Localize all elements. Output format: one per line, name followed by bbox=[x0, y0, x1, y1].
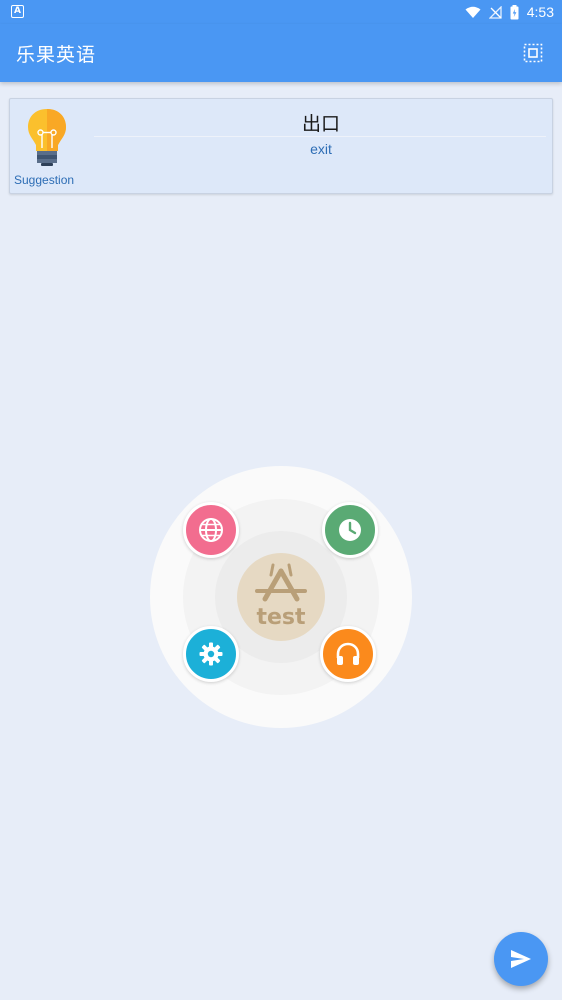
send-icon bbox=[511, 950, 531, 968]
suggested-word: 出口 bbox=[301, 113, 340, 135]
suggestion-label: Suggestion bbox=[14, 173, 75, 187]
app-notification-icon: A bbox=[11, 5, 24, 18]
battery-icon bbox=[510, 4, 519, 19]
status-icons: 4:53 bbox=[465, 0, 554, 24]
status-bar: A 4:53 bbox=[0, 0, 562, 24]
wifi-icon bbox=[465, 6, 481, 18]
send-button[interactable] bbox=[494, 932, 548, 986]
select-all-button[interactable] bbox=[518, 38, 548, 68]
center-logo-text: test bbox=[256, 605, 306, 630]
headphones-icon bbox=[336, 642, 360, 665]
lightbulb-icon bbox=[28, 109, 66, 166]
word-translation: exit bbox=[310, 141, 332, 157]
clock-button[interactable] bbox=[322, 502, 378, 558]
select-all-icon bbox=[523, 43, 543, 63]
gear-icon bbox=[199, 642, 223, 666]
radial-menu: test bbox=[150, 466, 412, 728]
status-time: 4:53 bbox=[526, 4, 554, 20]
globe-icon bbox=[199, 518, 223, 542]
headphones-button[interactable] bbox=[320, 626, 376, 682]
app-bar: 乐果英语 bbox=[0, 24, 562, 82]
clock-icon bbox=[339, 519, 361, 541]
card-divider bbox=[94, 136, 546, 137]
suggestion-card[interactable]: Suggestion 出口 exit bbox=[9, 98, 553, 194]
app-title: 乐果英语 bbox=[16, 44, 97, 66]
globe-button[interactable] bbox=[183, 502, 239, 558]
no-signal-icon bbox=[488, 5, 502, 19]
settings-button[interactable] bbox=[183, 626, 239, 682]
center-logo-button[interactable]: test bbox=[237, 553, 325, 641]
